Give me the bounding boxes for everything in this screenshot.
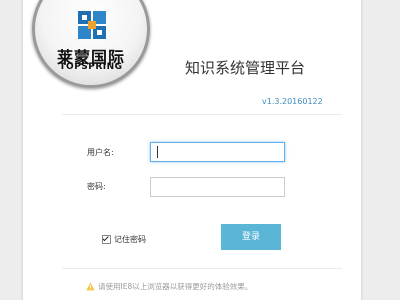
remember-checkbox[interactable] [102,235,111,244]
login-button[interactable]: 登录 [221,224,281,250]
header-divider [62,114,342,115]
remember-password-option[interactable]: 记住密码 [102,234,146,245]
version-label: v1.3.20160122 [262,97,323,106]
logo-name-en: TOPSPRING [59,62,123,72]
warning-icon [86,282,95,291]
text-cursor [157,146,158,158]
password-label: 密码: [87,182,106,191]
notice-text: 请使用IE8以上浏览器以获得更好的体验效果。 [98,282,253,291]
password-input[interactable] [150,177,285,197]
remember-label: 记住密码 [114,235,146,244]
logo-mark-icon [78,11,106,39]
username-label: 用户名: [87,148,114,157]
page-title: 知识系统管理平台 [185,59,306,77]
username-input[interactable] [150,142,285,162]
footer-divider [62,268,342,269]
browser-notice: 请使用IE8以上浏览器以获得更好的体验效果。 [86,281,252,292]
